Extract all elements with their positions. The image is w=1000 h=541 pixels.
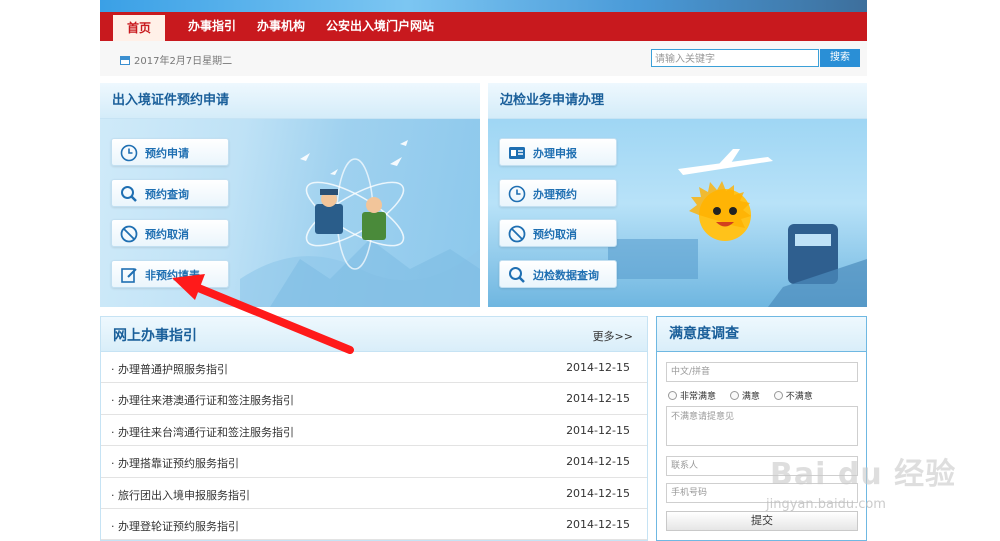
magnifier-icon — [509, 267, 525, 283]
edit-icon — [121, 268, 137, 283]
clock-icon — [120, 144, 138, 162]
online-guide-panel: 网上办事指引 更多>> · 办理普通护照服务指引 2014-12-15 · 办理… — [100, 316, 648, 541]
survey-name-input[interactable]: 中文/拼音 — [666, 362, 858, 382]
btn-cancel-booking[interactable]: 预约取消 — [499, 219, 617, 247]
radio-label: 满意 — [741, 392, 760, 402]
guide-row-title[interactable]: · 办理搭靠证预约服务指引 — [111, 455, 239, 471]
radio-label: 不满意 — [785, 392, 813, 402]
satisfaction-survey: 满意度调查 中文/拼音 非常满意 满意 不满意 不满意请提意见 联系人 手机号码… — [656, 316, 867, 541]
nav-guide[interactable]: 办事指引 — [188, 12, 236, 41]
guide-row-date: 2014-12-15 — [566, 392, 630, 406]
guide-row[interactable]: · 办理普通护照服务指引 2014-12-15 — [101, 352, 647, 384]
main-nav: 首页 办事指引 办事机构 公安出入境门户网站 — [100, 12, 867, 41]
guide-row[interactable]: · 办理登轮证预约服务指引 2014-12-15 — [101, 509, 647, 541]
btn-non-appointment-form[interactable]: 非预约填表 — [111, 260, 229, 288]
survey-phone-input[interactable]: 手机号码 — [666, 483, 858, 503]
btn-label: 预约申请 — [145, 147, 189, 160]
btn-apply-declaration[interactable]: 办理申报 — [499, 138, 617, 166]
cancel-icon — [508, 225, 526, 243]
btn-cancel-appointment[interactable]: 预约取消 — [111, 219, 229, 247]
survey-title: 满意度调查 — [657, 317, 866, 352]
nav-portal[interactable]: 公安出入境门户网站 — [326, 12, 434, 41]
guide-row[interactable]: · 办理往来台湾通行证和签注服务指引 2014-12-15 — [101, 415, 647, 447]
guide-row-date: 2014-12-15 — [566, 423, 630, 437]
guide-row-title[interactable]: · 办理往来港澳通行证和签注服务指引 — [111, 392, 294, 408]
nav-agencies[interactable]: 办事机构 — [257, 12, 305, 41]
panel-border-control-title: 边检业务申请办理 — [488, 83, 867, 119]
guide-row-title[interactable]: · 办理登轮证预约服务指引 — [111, 518, 239, 534]
cancel-icon — [120, 225, 138, 243]
btn-label: 预约查询 — [145, 188, 189, 201]
survey-submit-button[interactable]: 提交 — [666, 511, 858, 531]
panel-border-control: 边检业务申请办理 办理申报 办理预约 预约取消 边检数据查询 — [488, 83, 867, 307]
survey-contact-input[interactable]: 联系人 — [666, 456, 858, 476]
search-button[interactable]: 搜索 — [820, 49, 860, 67]
guide-row-title[interactable]: · 办理往来台湾通行证和签注服务指引 — [111, 424, 294, 440]
guide-row[interactable]: · 办理往来港澳通行证和签注服务指引 2014-12-15 — [101, 383, 647, 415]
btn-book-appointment[interactable]: 办理预约 — [499, 179, 617, 207]
date-search-bar: 2017年2月7日星期二 请输入关键字 搜索 — [100, 41, 867, 76]
survey-comment-textarea[interactable]: 不满意请提意见 — [666, 406, 858, 446]
guide-row-title[interactable]: · 旅行团出入境申报服务指引 — [111, 487, 250, 503]
guide-row[interactable]: · 办理搭靠证预约服务指引 2014-12-15 — [101, 446, 647, 478]
btn-label: 非预约填表 — [145, 269, 200, 282]
id-card-icon — [509, 147, 525, 159]
magnifier-icon — [121, 186, 137, 202]
page: 首页 办事指引 办事机构 公安出入境门户网站 2017年2月7日星期二 请输入关… — [0, 0, 1000, 541]
guide-row-date: 2014-12-15 — [566, 455, 630, 469]
radio-very-satisfied[interactable] — [668, 391, 677, 400]
nav-home[interactable]: 首页 — [113, 12, 166, 41]
btn-label: 边检数据查询 — [533, 269, 599, 282]
guide-row-date: 2014-12-15 — [566, 517, 630, 531]
date-label: 2017年2月7日星期二 — [134, 56, 233, 67]
radio-label: 非常满意 — [680, 392, 717, 402]
radio-satisfied[interactable] — [729, 391, 739, 400]
btn-label: 预约取消 — [533, 228, 577, 241]
calendar-icon — [120, 56, 130, 65]
btn-label: 预约取消 — [145, 228, 189, 241]
current-date: 2017年2月7日星期二 — [120, 52, 232, 67]
guide-row-date: 2014-12-15 — [566, 361, 630, 374]
panel-appointment-title: 出入境证件预约申请 — [100, 83, 480, 119]
radio-unsatisfied[interactable] — [773, 391, 783, 400]
survey-rating-options: 非常满意 满意 不满意 — [666, 389, 822, 402]
clock-icon — [508, 185, 526, 203]
more-link[interactable]: 更多>> — [593, 328, 633, 344]
btn-border-data-query[interactable]: 边检数据查询 — [499, 260, 617, 288]
btn-apply-appointment[interactable]: 预约申请 — [111, 138, 229, 166]
online-guide-header: 网上办事指引 更多>> — [101, 317, 647, 352]
panel-appointment-body: 预约申请 预约查询 预约取消 非预约填表 — [100, 119, 480, 307]
panel-border-control-body: 办理申报 办理预约 预约取消 边检数据查询 — [488, 119, 867, 307]
search-input[interactable]: 请输入关键字 — [651, 49, 819, 67]
btn-label: 办理申报 — [533, 147, 577, 160]
btn-label: 办理预约 — [533, 188, 577, 201]
guide-row-date: 2014-12-15 — [566, 486, 630, 500]
btn-query-appointment[interactable]: 预约查询 — [111, 179, 229, 207]
guide-row-title[interactable]: · 办理普通护照服务指引 — [111, 361, 228, 377]
guide-row[interactable]: · 旅行团出入境申报服务指引 2014-12-15 — [101, 478, 647, 509]
header-banner — [100, 0, 867, 12]
online-guide-title: 网上办事指引 — [113, 328, 197, 344]
panel-appointment: 出入境证件预约申请 预约申请 预约查询 预约取消 非预约填表 — [100, 83, 480, 307]
